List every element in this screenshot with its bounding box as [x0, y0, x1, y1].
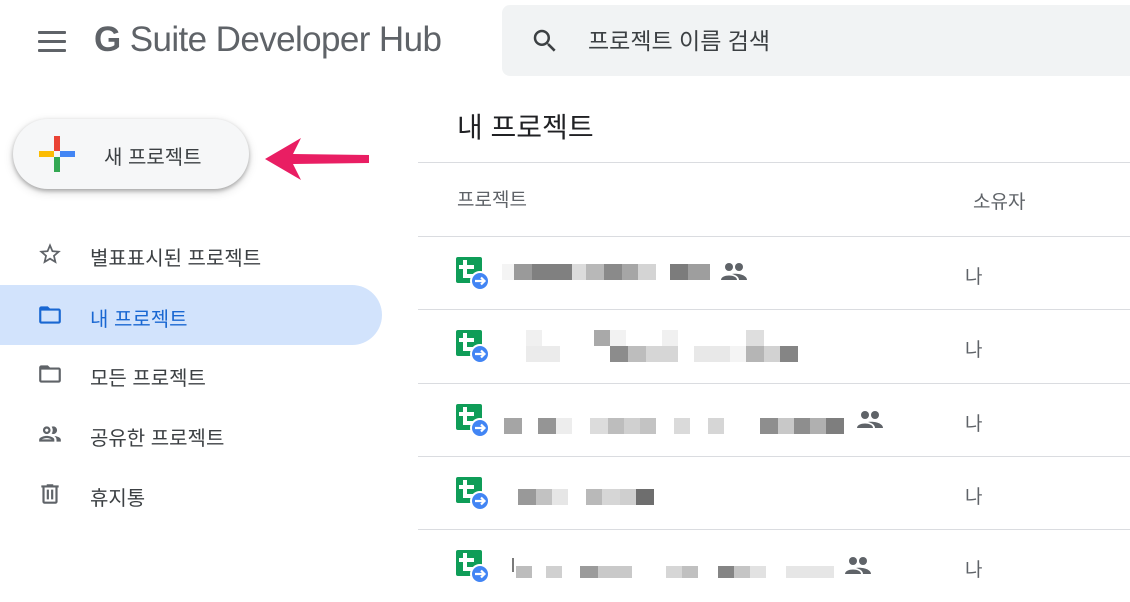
people-icon: [39, 426, 61, 442]
app-logo[interactable]: G Suite Developer Hub: [94, 20, 442, 60]
apps-script-icon: [456, 404, 490, 438]
table-row[interactable]: 나: [418, 457, 1130, 529]
apps-script-icon: [456, 330, 490, 364]
search-input[interactable]: [588, 24, 1108, 58]
owner-cell: 나: [965, 560, 983, 581]
owner-cell: 나: [965, 414, 983, 435]
trash-icon: [41, 484, 59, 504]
sidebar-item-label: 별표표시된 프로젝트: [90, 248, 262, 270]
star-icon: [39, 243, 61, 264]
apps-script-icon: [456, 477, 490, 511]
shared-people-icon: [721, 263, 747, 280]
shared-people-icon: [845, 557, 871, 574]
owner-cell: 나: [965, 340, 983, 361]
sidebar-item-my-projects[interactable]: 내 프로젝트: [0, 285, 382, 345]
sidebar-item-label: 공유한 프로젝트: [90, 428, 225, 450]
owner-cell: 나: [965, 267, 983, 288]
logo-g: G: [94, 20, 121, 59]
table-row[interactable]: 나: [418, 237, 1130, 309]
table-row[interactable]: 나: [418, 384, 1130, 456]
sidebar-item-trash[interactable]: 휴지통: [0, 464, 382, 524]
search-icon[interactable]: [530, 26, 560, 56]
apps-script-icon: [456, 257, 490, 291]
sidebar-item-label: 모든 프로젝트: [90, 368, 206, 390]
sidebar-item-label: 내 프로젝트: [90, 309, 188, 331]
main-menu-button[interactable]: [38, 31, 66, 53]
shared-people-icon: [857, 411, 883, 428]
pointer-arrow-icon: [265, 138, 369, 180]
folder-icon: [39, 365, 61, 383]
new-project-label: 새 프로젝트: [104, 147, 202, 169]
owner-cell: 나: [965, 487, 983, 508]
column-header-project[interactable]: 프로젝트: [457, 185, 527, 212]
logo-text: Suite Developer Hub: [120, 20, 442, 59]
plus-icon: [39, 136, 75, 172]
sidebar-item-label: 휴지통: [90, 488, 146, 510]
table-row[interactable]: 나: [418, 310, 1130, 382]
folder-icon: [39, 306, 61, 324]
table-row[interactable]: 나: [418, 530, 1130, 602]
divider: [418, 162, 1130, 163]
apps-script-icon: [456, 550, 490, 584]
sidebar-item-shared[interactable]: 공유한 프로젝트: [0, 404, 382, 464]
column-header-owner[interactable]: 소유자: [973, 187, 1025, 214]
page-title: 내 프로젝트: [457, 112, 594, 143]
sidebar-item-starred[interactable]: 별표표시된 프로젝트: [0, 224, 382, 284]
sidebar-item-all-projects[interactable]: 모든 프로젝트: [0, 344, 382, 404]
new-project-button[interactable]: 새 프로젝트: [13, 119, 249, 189]
